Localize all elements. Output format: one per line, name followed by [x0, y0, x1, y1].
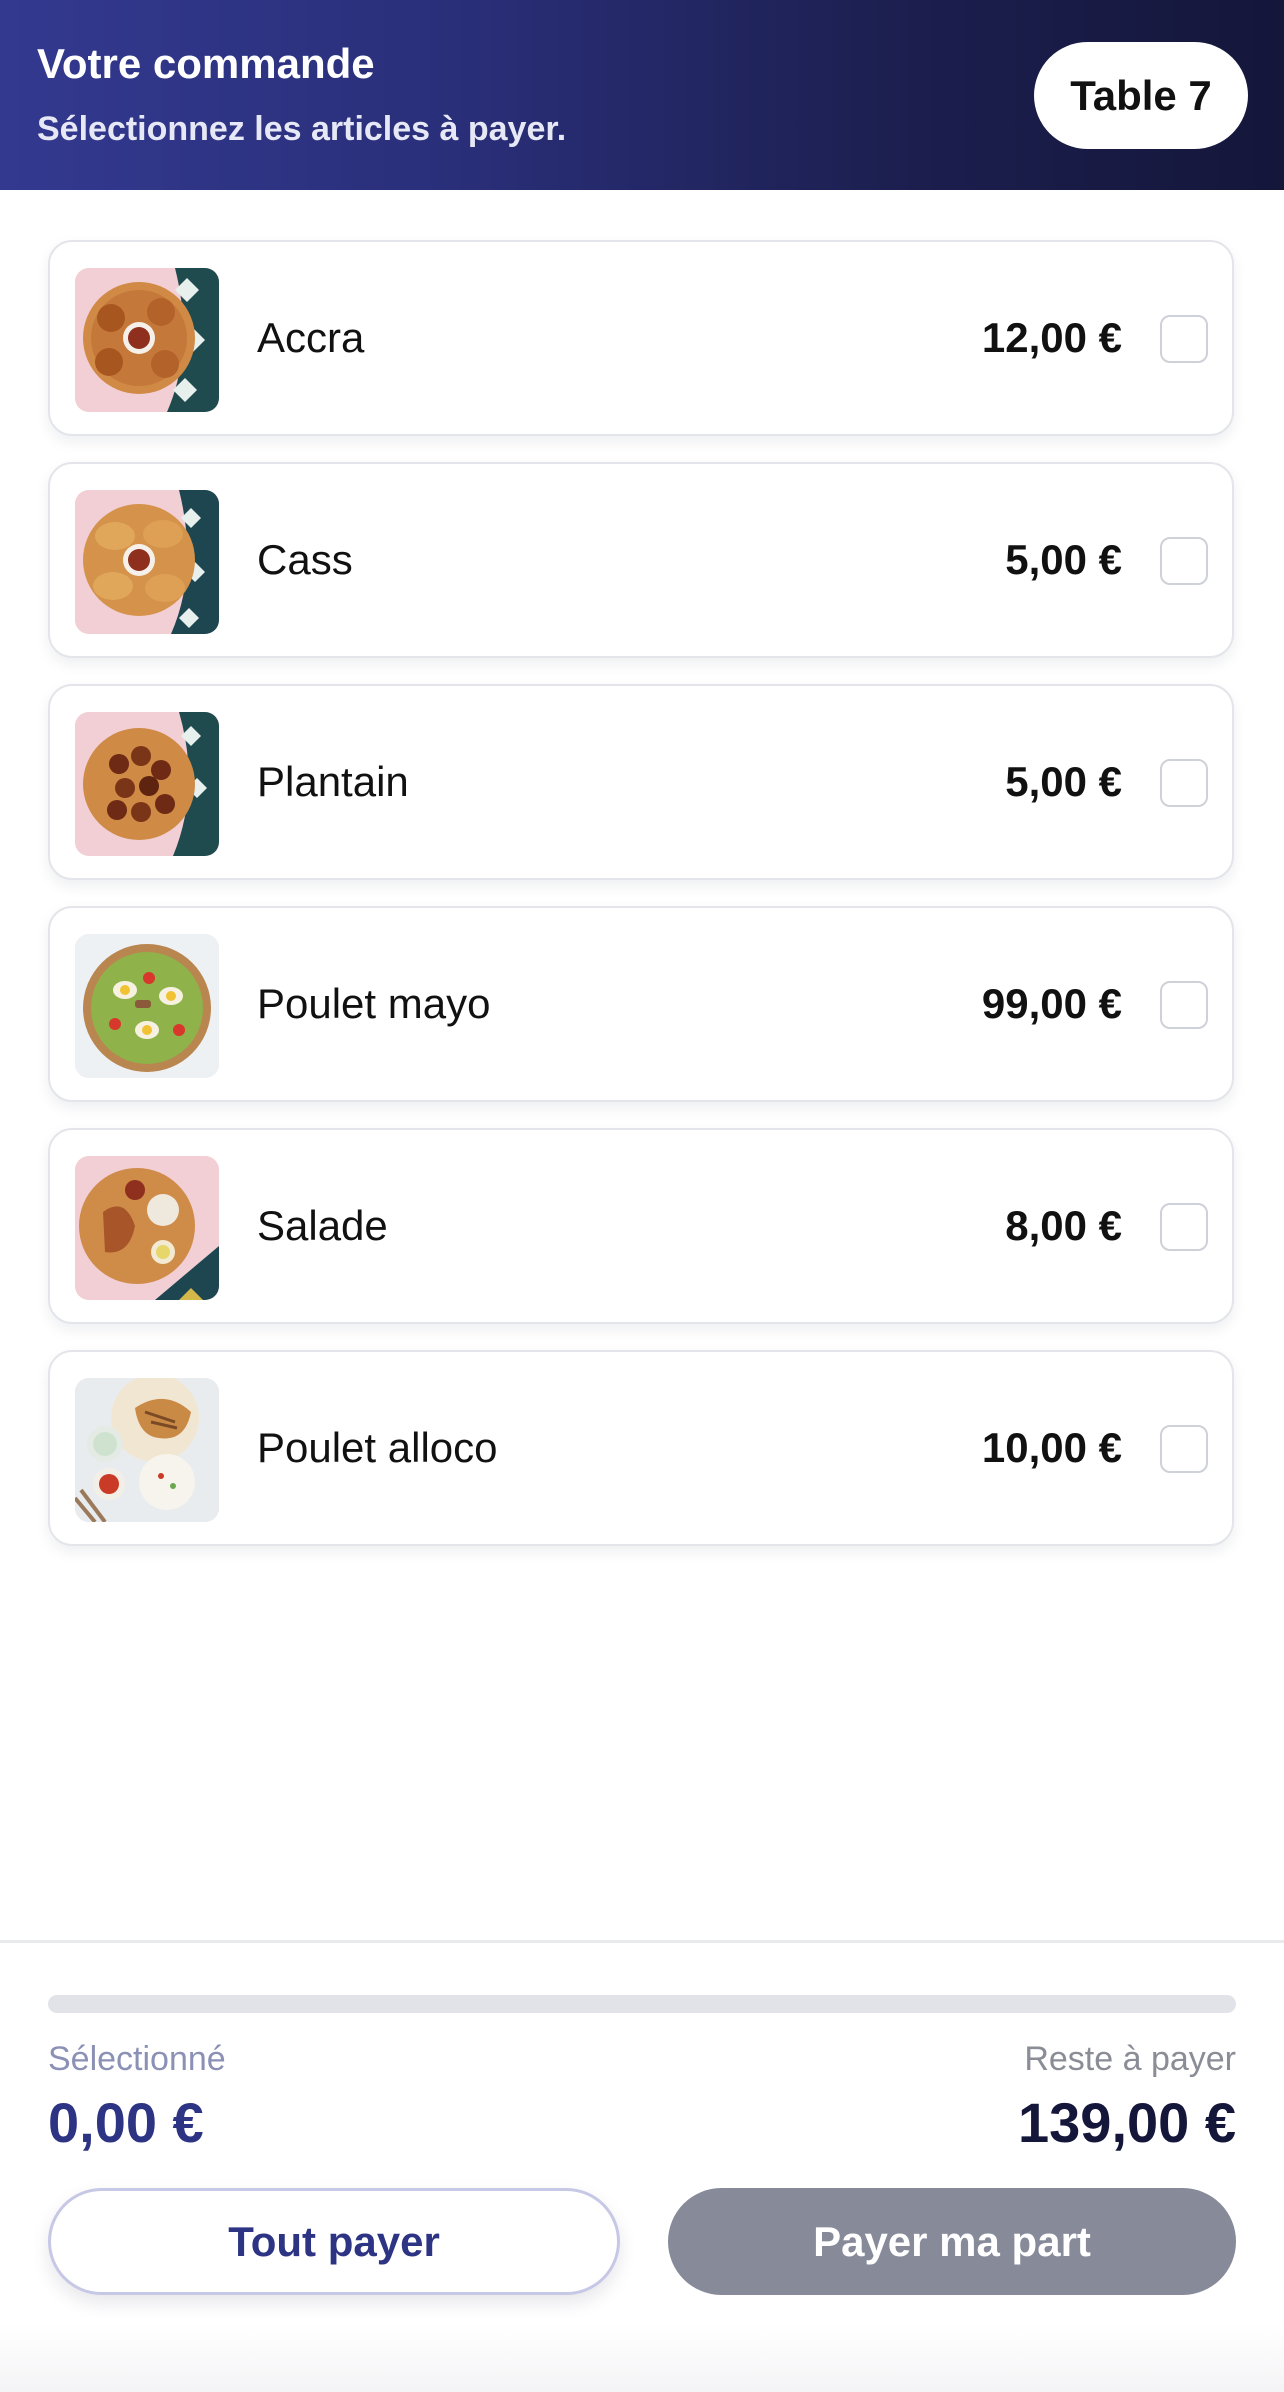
item-price: 12,00 € — [981, 314, 1122, 361]
item-checkbox[interactable] — [1160, 759, 1208, 807]
item-name: Salade — [257, 1202, 388, 1249]
item-name: Cass — [257, 536, 353, 583]
item-checkbox[interactable] — [1160, 981, 1208, 1029]
order-item-salade[interactable]: Salade 8,00 € — [48, 1128, 1234, 1324]
pay-all-button[interactable]: Tout payer — [48, 2188, 620, 2295]
remaining-label: Reste à payer — [1024, 2040, 1236, 2078]
pay-share-button[interactable]: Payer ma part — [668, 2188, 1236, 2295]
page-title: Votre commande — [37, 40, 375, 87]
item-checkbox[interactable] — [1160, 1203, 1208, 1251]
salade-photo — [75, 1156, 219, 1300]
selected-amount: 0,00 € — [48, 2091, 204, 2154]
cass-photo — [75, 490, 219, 634]
poulet-alloco-photo — [75, 1378, 219, 1522]
payment-progress-bar — [48, 1995, 1236, 2013]
table-badge: Table 7 — [1034, 42, 1248, 149]
order-item-poulet-mayo[interactable]: Poulet mayo 99,00 € — [48, 906, 1234, 1102]
selected-label: Sélectionné — [48, 2040, 226, 2078]
item-checkbox[interactable] — [1160, 537, 1208, 585]
item-checkbox[interactable] — [1160, 315, 1208, 363]
page-subtitle: Sélectionnez les articles à payer. — [37, 110, 567, 148]
order-item-poulet-alloco[interactable]: Poulet alloco 10,00 € — [48, 1350, 1234, 1546]
plantain-photo — [75, 712, 219, 856]
item-price: 5,00 € — [1005, 536, 1122, 583]
item-name: Poulet alloco — [257, 1424, 498, 1471]
order-items-list: Accra 12,00 € Cass 5,00 € Plantain 5,00 … — [48, 240, 1236, 1572]
item-price: 5,00 € — [1005, 758, 1122, 805]
item-price: 99,00 € — [981, 980, 1122, 1027]
order-item-plantain[interactable]: Plantain 5,00 € — [48, 684, 1234, 880]
order-header: Votre commande Sélectionnez les articles… — [0, 0, 1284, 190]
remaining-amount: 139,00 € — [1018, 2091, 1236, 2154]
poulet-mayo-photo — [75, 934, 219, 1078]
payment-footer: Sélectionné 0,00 € Reste à payer 139,00 … — [0, 1940, 1284, 2392]
item-name: Accra — [257, 314, 365, 361]
item-price: 10,00 € — [981, 1424, 1122, 1471]
accra-photo — [75, 268, 219, 412]
item-name: Poulet mayo — [257, 980, 491, 1027]
item-price: 8,00 € — [1005, 1202, 1122, 1249]
order-item-cass[interactable]: Cass 5,00 € — [48, 462, 1234, 658]
order-item-accra[interactable]: Accra 12,00 € — [48, 240, 1234, 436]
item-checkbox[interactable] — [1160, 1425, 1208, 1473]
item-name: Plantain — [257, 758, 409, 805]
